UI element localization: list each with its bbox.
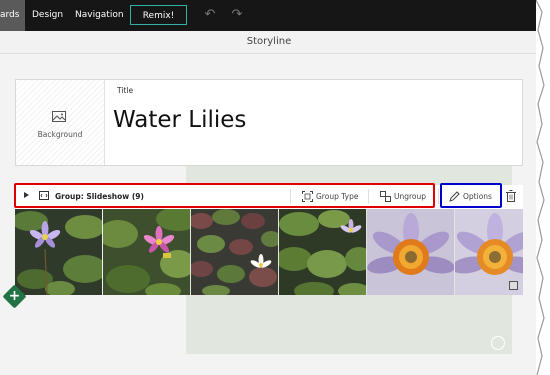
background-picker[interactable]: Background	[16, 80, 105, 165]
tab-cards[interactable]: ards	[0, 0, 25, 31]
trash-icon[interactable]	[506, 190, 516, 202]
top-menu-bar: ards Design Navigation Remix! ↶ ↷	[0, 0, 538, 31]
white-lily-pads-photo[interactable]	[191, 209, 278, 295]
group-highlight-red	[14, 183, 435, 208]
image-icon	[52, 111, 66, 122]
remix-button[interactable]: Remix!	[130, 5, 187, 25]
toolbar-divider	[438, 189, 439, 204]
tab-navigation-label: Navigation	[75, 10, 124, 20]
orange-center-lily-photo[interactable]	[367, 209, 454, 295]
storyline-title: Storyline	[246, 36, 292, 47]
storyline-header: Storyline	[0, 31, 538, 54]
preview-indicator-icon	[491, 336, 505, 350]
tab-design[interactable]: Design	[32, 0, 63, 31]
background-label: Background	[37, 130, 83, 139]
redo-icon[interactable]: ↷	[229, 7, 245, 23]
photo-select-checkbox[interactable]	[509, 281, 518, 290]
title-field-label: Title	[117, 86, 134, 95]
purple-lily-photo[interactable]	[15, 209, 102, 295]
title-card[interactable]: Background Title Water Lilies	[15, 79, 523, 166]
undo-icon[interactable]: ↶	[202, 7, 218, 23]
slideshow-photo-strip	[15, 209, 523, 295]
plus-icon: +	[8, 288, 21, 304]
tab-design-label: Design	[32, 10, 64, 20]
lily-pads-photo[interactable]	[279, 209, 366, 295]
tab-cards-label: ards	[0, 10, 20, 20]
options-highlight-blue	[440, 183, 502, 208]
tab-navigation[interactable]: Navigation	[75, 0, 124, 31]
title-input[interactable]: Water Lilies	[113, 107, 246, 133]
pink-lily-photo[interactable]	[103, 209, 190, 295]
torn-edge-decoration	[536, 0, 550, 375]
